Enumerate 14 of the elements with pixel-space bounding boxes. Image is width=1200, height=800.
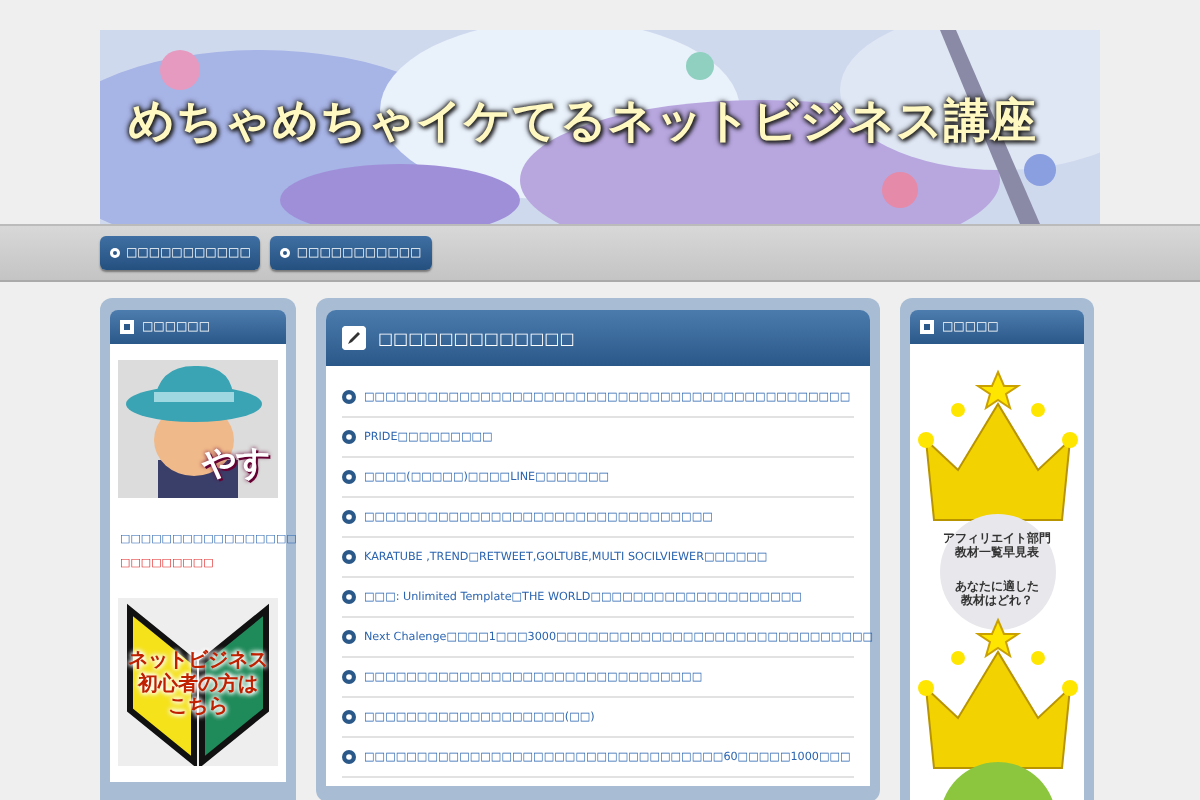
bullet-icon <box>342 390 356 404</box>
bullet-icon <box>342 670 356 684</box>
bullet-icon <box>342 510 356 524</box>
pencil-icon <box>342 326 366 350</box>
bullet-icon <box>280 248 291 258</box>
bullet-icon <box>342 750 356 764</box>
bullet-icon <box>342 630 356 644</box>
bullet-icon <box>342 710 356 724</box>
bullet-icon <box>342 470 356 484</box>
bullet-icon <box>342 590 356 604</box>
main-header: □□□□□□□□□□□□□ <box>326 310 870 366</box>
bullet-icon <box>342 430 356 444</box>
bullet-icon <box>110 248 120 258</box>
bullet-icon <box>342 550 356 564</box>
